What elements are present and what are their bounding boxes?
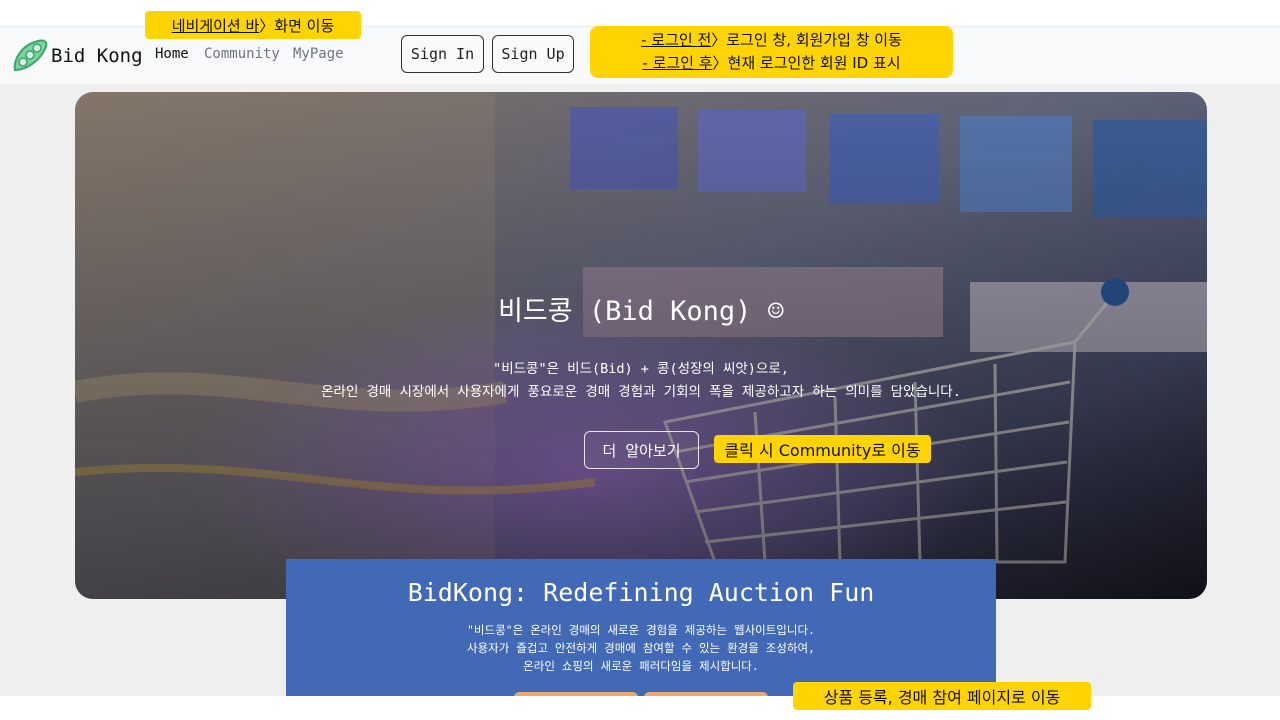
- nav-link-community[interactable]: Community: [204, 46, 280, 62]
- learn-more-button[interactable]: 더 알아보기: [584, 431, 699, 469]
- hero-banner: 비드콩 (Bid Kong) ☺ "비드콩"은 비드(Bid) + 콩(성장의 …: [75, 92, 1207, 599]
- annotation-login-after: - 로그인 후: [642, 54, 713, 72]
- feature-description-line-2: 사용자가 즐겁고 안전하게 경매에 참여할 수 있는 환경을 조성하여,: [467, 641, 815, 655]
- annotation-login-after-desc: 〉현재 로그인한 회원 ID 표시: [712, 54, 901, 72]
- annotation-nav: 네비게이션 바 〉화면 이동: [145, 11, 361, 39]
- hero-description-line-1: "비드콩"은 비드(Bid) + 콩(성장의 씨앗)으로,: [493, 361, 789, 377]
- annotation-login: - 로그인 전〉로그인 창, 회원가입 창 이동 - 로그인 후〉현재 로그인한…: [590, 26, 953, 78]
- annotation-learn-more: 클릭 시 Community로 이동: [714, 435, 931, 463]
- annotation-login-line2: - 로그인 후〉현재 로그인한 회원 ID 표시: [642, 52, 900, 75]
- annotation-nav-rest: 〉화면 이동: [259, 16, 335, 35]
- nav-link-home[interactable]: Home: [155, 46, 189, 62]
- hero-description-line-2: 온라인 경매 시장에서 사용자에게 풍요로운 경매 경험과 기회의 폭을 제공하…: [321, 384, 961, 400]
- annotation-login-before: - 로그인 전: [641, 31, 712, 49]
- annotation-auction-buttons: 상품 등록, 경매 참여 페이지로 이동: [793, 682, 1091, 710]
- brand[interactable]: Bid Kong: [11, 37, 143, 75]
- feature-description-line-1: "비드콩"은 온라인 경매의 새로운 경험을 제공하는 웹사이트입니다.: [467, 623, 815, 637]
- shopping-cart-photo: [75, 92, 1207, 599]
- annotation-login-before-desc: 〉로그인 창, 회원가입 창 이동: [711, 31, 902, 49]
- sign-in-button[interactable]: Sign In: [401, 35, 484, 73]
- feature-description-line-3: 온라인 쇼핑의 새로운 패러다임을 제시합니다.: [523, 659, 759, 673]
- hero-title: 비드콩 (Bid Kong) ☺: [498, 296, 784, 327]
- annotation-login-line1: - 로그인 전〉로그인 창, 회원가입 창 이동: [641, 29, 902, 52]
- feature-section: BidKong: Redefining Auction Fun "비드콩"은 온…: [286, 559, 996, 702]
- annotation-nav-title: 네비게이션 바: [171, 16, 260, 35]
- brand-name: Bid Kong: [51, 45, 143, 67]
- nav-link-mypage[interactable]: MyPage: [293, 46, 344, 62]
- pea-pod-icon: [13, 39, 48, 72]
- sign-up-button[interactable]: Sign Up: [492, 35, 574, 73]
- feature-title: BidKong: Redefining Auction Fun: [407, 578, 875, 607]
